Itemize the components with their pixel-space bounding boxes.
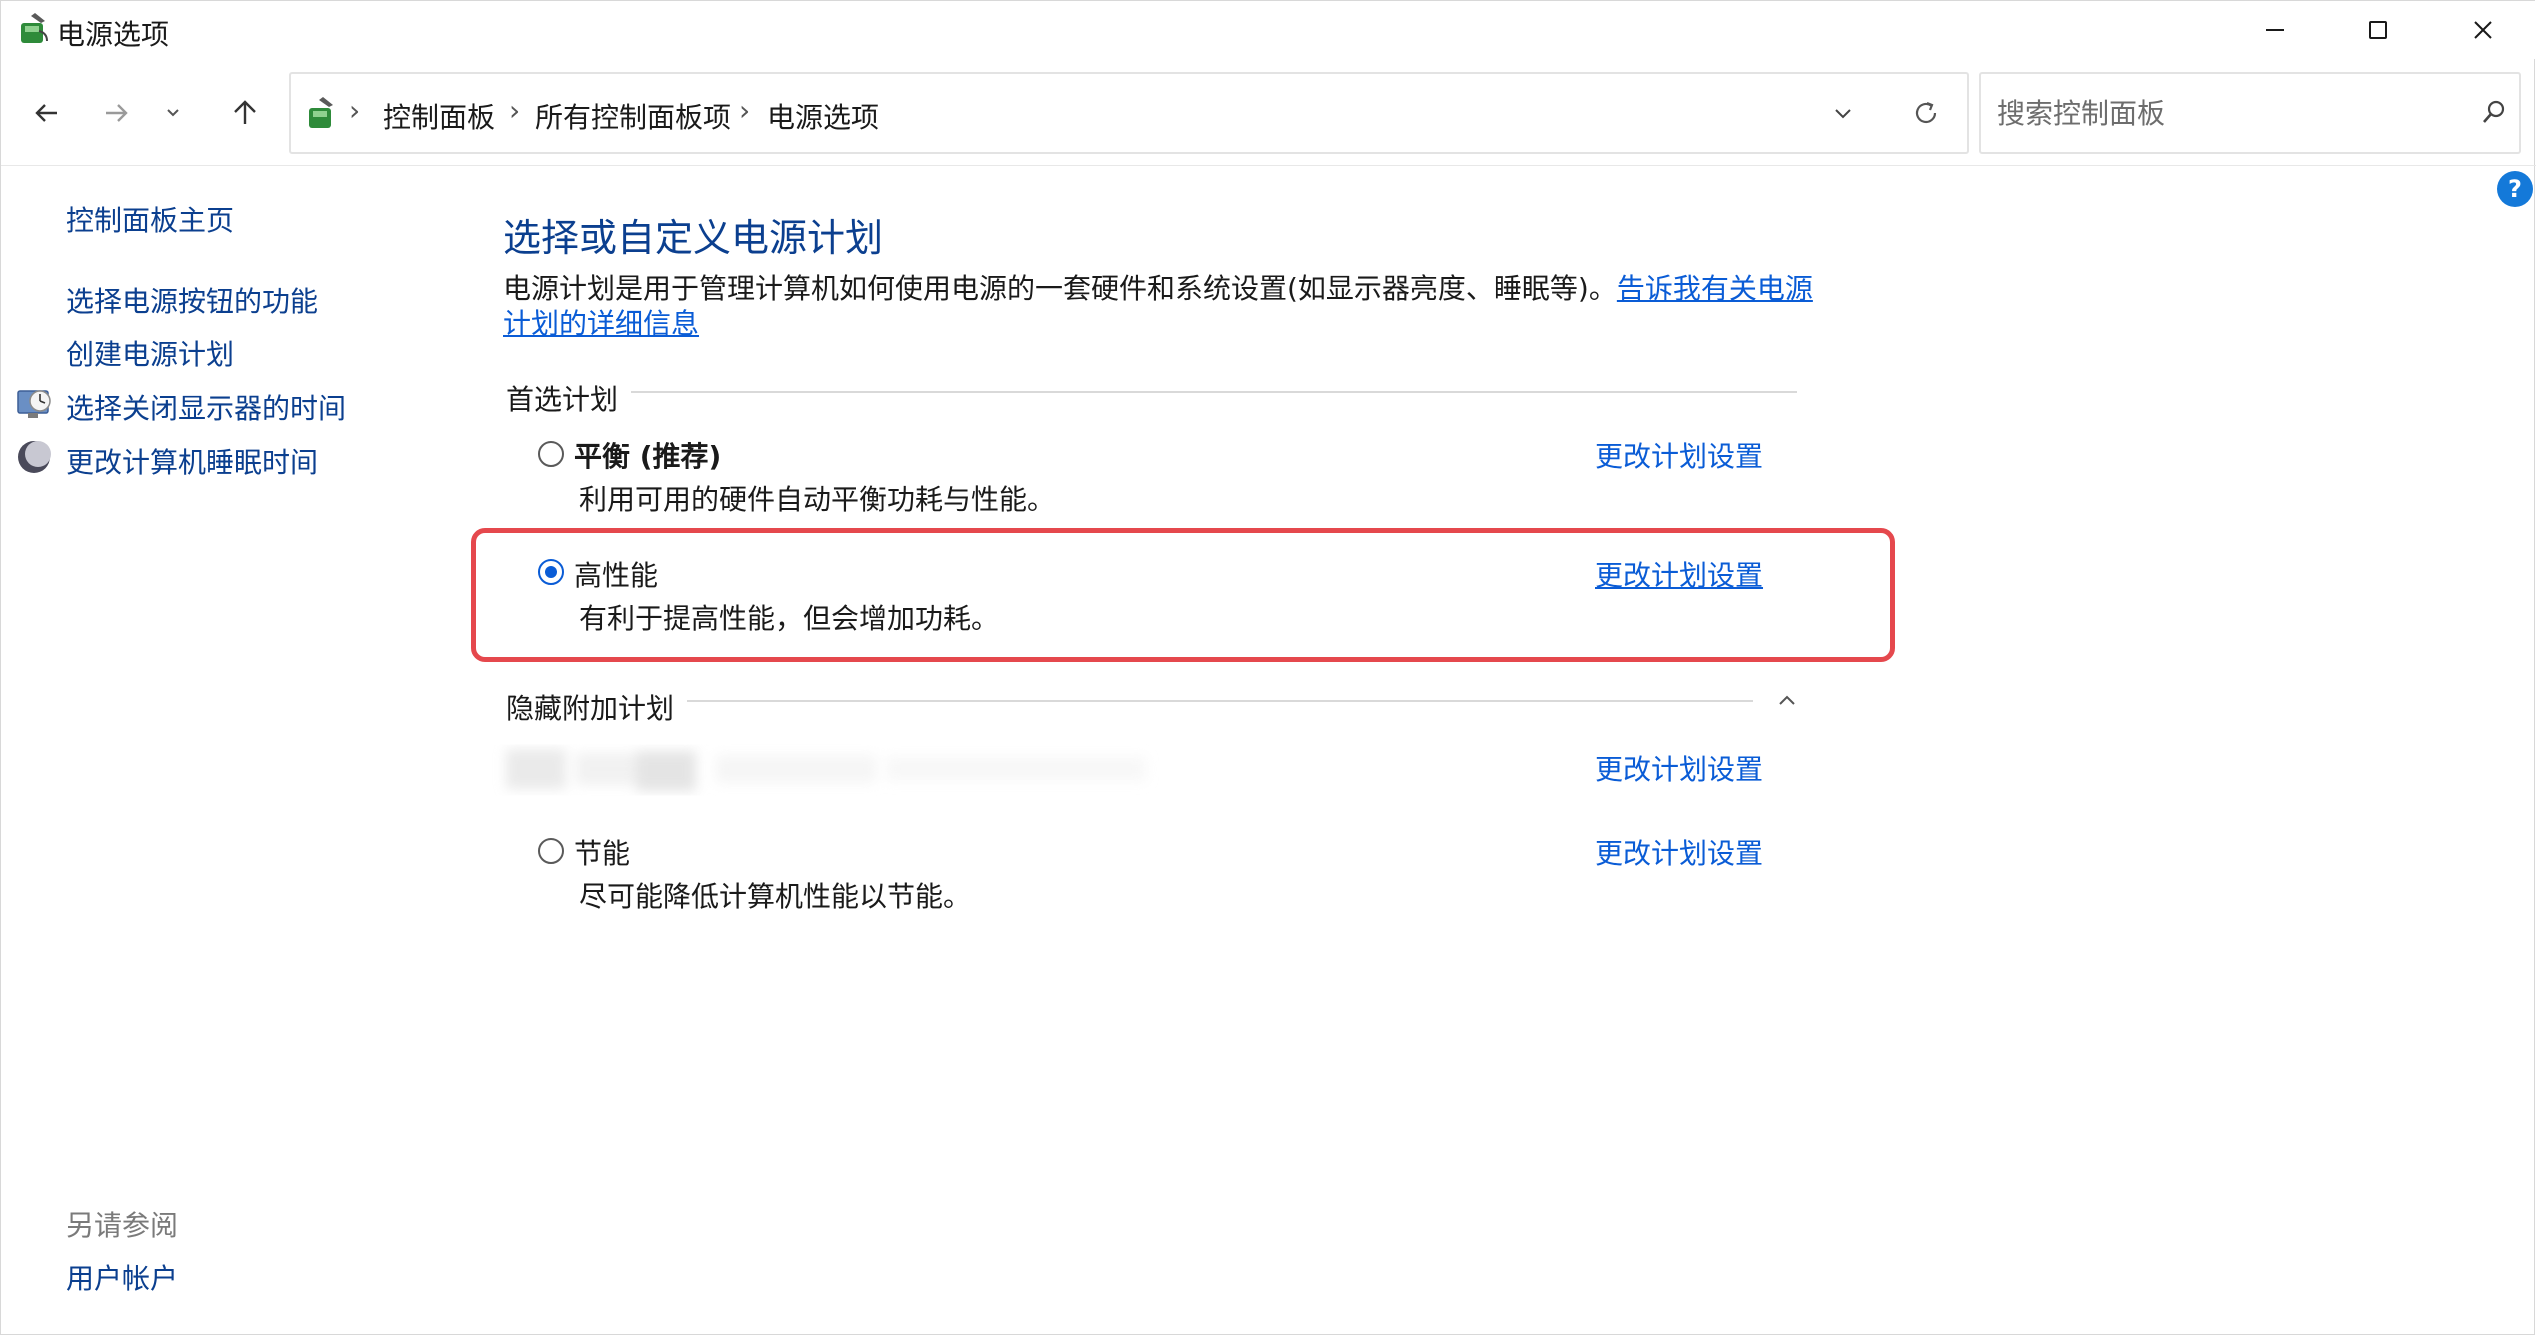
plan-high-performance-settings-link[interactable]: 更改计划设置	[1595, 554, 1763, 594]
see-also-label: 另请参阅	[66, 1209, 179, 1242]
plan-high-performance-desc: 有利于提高性能，但会增加功耗。	[579, 602, 1000, 635]
plan-balanced-desc: 利用可用的硬件自动平衡功耗与性能。	[579, 483, 1056, 516]
hidden-plans-divider	[687, 700, 1753, 702]
page-title: 选择或自定义电源计划	[503, 216, 884, 260]
sidebar-item-display-timeout[interactable]: 选择关闭显示器的时间	[66, 387, 346, 427]
power-options-window: 电源选项 › 控制面板 › 所有控制面板项 › 电源选项 搜索控制面板 ? 控制…	[0, 0, 2536, 1335]
power-options-icon	[17, 11, 51, 47]
sidebar-item-create-plan[interactable]: 创建电源计划	[66, 333, 234, 373]
collapse-chevron-icon[interactable]	[1775, 689, 1799, 717]
highlight-box	[471, 528, 1895, 662]
title-bar: 电源选项	[1, 1, 2536, 59]
redacted-plan-entry	[486, 741, 1186, 799]
sidebar-item-power-button[interactable]: 选择电源按钮的功能	[66, 280, 318, 320]
search-icon[interactable]	[2481, 98, 2509, 130]
preferred-plans-label: 首选计划	[506, 383, 619, 416]
plan-high-performance-name[interactable]: 高性能	[574, 554, 658, 594]
up-button[interactable]	[217, 85, 273, 141]
breadcrumb-separator: ›	[739, 94, 751, 127]
back-button[interactable]	[19, 85, 75, 141]
sidebar-item-sleep-time[interactable]: 更改计算机睡眠时间	[66, 441, 318, 481]
see-also-user-accounts[interactable]: 用户帐户	[66, 1257, 178, 1297]
help-button[interactable]: ?	[2497, 171, 2533, 207]
plan-balanced-radio[interactable]	[538, 441, 564, 467]
preferred-plans-divider	[631, 391, 1797, 393]
plan-balanced-settings-link[interactable]: 更改计划设置	[1595, 435, 1763, 475]
maximize-button[interactable]	[2325, 1, 2431, 59]
moon-icon	[16, 439, 52, 479]
breadcrumb-all-items[interactable]: 所有控制面板项	[535, 96, 731, 136]
close-button[interactable]	[2430, 1, 2536, 59]
plan-high-performance-radio[interactable]	[538, 559, 564, 585]
recent-locations-dropdown[interactable]	[153, 85, 193, 141]
plan-power-saver-settings-link[interactable]: 更改计划设置	[1595, 832, 1763, 872]
breadcrumb-separator: ›	[349, 94, 361, 127]
page-description: 电源计划是用于管理计算机如何使用电源的一套硬件和系统设置(如显示器亮度、睡眠等)…	[503, 271, 1813, 341]
toolbar-divider	[1, 165, 2536, 166]
hidden-plans-label: 隐藏附加计划	[506, 692, 675, 725]
address-bar[interactable]: › 控制面板 › 所有控制面板项 › 电源选项	[289, 72, 1969, 154]
monitor-clock-icon	[16, 385, 54, 425]
address-history-dropdown[interactable]	[1831, 102, 1855, 130]
breadcrumb-control-panel[interactable]: 控制面板	[383, 96, 495, 136]
search-input[interactable]	[1995, 92, 2439, 134]
plan-power-saver-radio[interactable]	[538, 838, 564, 864]
minimize-button[interactable]	[2222, 1, 2328, 59]
sidebar-control-panel-home[interactable]: 控制面板主页	[66, 199, 234, 239]
description-text: 电源计划是用于管理计算机如何使用电源的一套硬件和系统设置(如显示器亮度、睡眠等)…	[503, 272, 1617, 305]
refresh-icon[interactable]	[1911, 98, 1941, 132]
forward-button[interactable]	[88, 85, 144, 141]
plan-power-saver-name[interactable]: 节能	[574, 832, 630, 872]
plan-balanced-name[interactable]: 平衡 (推荐)	[574, 435, 721, 475]
breadcrumb-separator: ›	[509, 94, 521, 127]
search-box[interactable]	[1979, 72, 2521, 154]
control-panel-icon	[305, 94, 339, 132]
plan-hidden-settings-link[interactable]: 更改计划设置	[1595, 748, 1763, 788]
breadcrumb-power-options[interactable]: 电源选项	[767, 96, 879, 136]
plan-power-saver-desc: 尽可能降低计算机性能以节能。	[579, 880, 972, 913]
window-title: 电源选项	[57, 18, 170, 51]
